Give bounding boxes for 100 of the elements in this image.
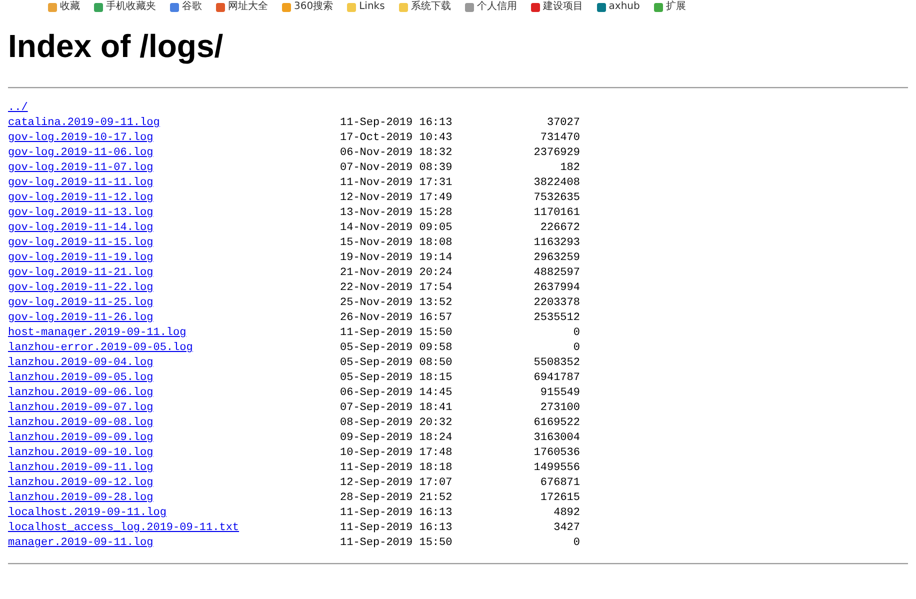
- file-link[interactable]: gov-log.2019-11-21.log: [8, 266, 154, 281]
- bookmark-link[interactable]: 个人信用: [464, 1, 517, 13]
- file-link[interactable]: lanzhou-error.2019-09-05.log: [8, 341, 193, 356]
- file-size: 1499556: [534, 461, 580, 476]
- modified-date: 26-Nov-2019 16:57: [340, 311, 452, 326]
- file-size: 0: [573, 536, 580, 551]
- file-size: 1163293: [534, 236, 580, 251]
- bookmark-link[interactable]: 网址大全: [216, 1, 268, 13]
- file-size: 3427: [554, 521, 580, 536]
- modified-date: 05-Sep-2019 18:15: [340, 371, 452, 386]
- file-link[interactable]: gov-log.2019-11-19.log: [8, 251, 154, 266]
- file-link[interactable]: localhost.2019-09-11.log: [8, 506, 166, 521]
- bookmark-link[interactable]: 谷歌: [170, 1, 202, 13]
- file-size: 4882597: [534, 266, 580, 281]
- modified-date: 06-Sep-2019 14:45: [340, 386, 452, 401]
- file-size: 3822408: [534, 176, 580, 191]
- modified-date: 12-Nov-2019 17:49: [340, 191, 452, 206]
- file-link[interactable]: catalina.2019-09-11.log: [8, 116, 160, 131]
- file-size: 2203378: [534, 296, 580, 311]
- bookmark-link[interactable]: 系统下载: [398, 1, 451, 13]
- modified-date: 25-Nov-2019 13:52: [340, 296, 452, 311]
- bookmark-link[interactable]: 收藏: [48, 1, 80, 13]
- bookmark-link[interactable]: Links: [347, 1, 385, 13]
- file-link[interactable]: lanzhou.2019-09-07.log: [8, 401, 154, 416]
- modified-date: 14-Nov-2019 09:05: [340, 221, 452, 236]
- file-link[interactable]: lanzhou.2019-09-28.log: [8, 491, 154, 506]
- modified-date: 06-Nov-2019 18:32: [340, 146, 452, 161]
- modified-date: 11-Sep-2019 16:13: [340, 506, 452, 521]
- file-link[interactable]: gov-log.2019-11-15.log: [8, 236, 154, 251]
- modified-date: 05-Sep-2019 08:50: [340, 356, 452, 371]
- file-size: 226672: [540, 221, 580, 236]
- file-size: 2637994: [534, 281, 580, 296]
- file-link[interactable]: localhost_access_log.2019-09-11.txt: [8, 521, 240, 536]
- file-link[interactable]: gov-log.2019-11-26.log: [8, 311, 154, 326]
- file-size: 3163004: [534, 431, 580, 446]
- file-link[interactable]: lanzhou.2019-09-10.log: [8, 446, 154, 461]
- file-link[interactable]: lanzhou.2019-09-05.log: [8, 371, 154, 386]
- bookmark-link[interactable]: 扩展: [654, 1, 686, 13]
- file-link[interactable]: gov-log.2019-11-07.log: [8, 161, 154, 176]
- file-link[interactable]: gov-log.2019-11-12.log: [8, 191, 154, 206]
- modified-date: 07-Nov-2019 08:39: [340, 161, 452, 176]
- modified-date: 11-Sep-2019 15:50: [340, 326, 452, 341]
- file-link[interactable]: gov-log.2019-11-06.log: [8, 146, 154, 161]
- modified-date: 05-Sep-2019 09:58: [340, 341, 452, 356]
- modified-date: 07-Sep-2019 18:41: [340, 401, 452, 416]
- modified-date: 11-Sep-2019 15:50: [340, 536, 452, 551]
- modified-date: 21-Nov-2019 20:24: [340, 266, 452, 281]
- modified-date: 10-Sep-2019 17:48: [340, 446, 452, 461]
- file-link[interactable]: manager.2019-09-11.log: [8, 536, 154, 551]
- modified-date: 13-Nov-2019 15:28: [340, 206, 452, 221]
- file-link[interactable]: lanzhou.2019-09-11.log: [8, 461, 154, 476]
- file-link[interactable]: gov-log.2019-11-25.log: [8, 296, 154, 311]
- file-link[interactable]: gov-log.2019-10-17.log: [8, 131, 154, 146]
- file-size: 731470: [540, 131, 580, 146]
- file-size: 4892: [554, 506, 580, 521]
- modified-date: 08-Sep-2019 20:32: [340, 416, 452, 431]
- bookmark-link[interactable]: 建设项目: [530, 1, 583, 13]
- modified-date: 17-Oct-2019 10:43: [340, 131, 452, 146]
- file-size: 1170161: [534, 206, 580, 221]
- file-size: 915549: [540, 386, 580, 401]
- file-size: 1760536: [534, 446, 580, 461]
- modified-date: 09-Sep-2019 18:24: [340, 431, 452, 446]
- modified-date: 12-Sep-2019 17:07: [340, 476, 452, 491]
- file-size: 6169522: [534, 416, 580, 431]
- bookmark-link[interactable]: 手机收藏夹: [94, 1, 156, 13]
- file-size: 0: [573, 341, 580, 356]
- modified-date: 22-Nov-2019 17:54: [340, 281, 452, 296]
- bookmark-link[interactable]: axhub: [596, 1, 640, 13]
- file-size: 37027: [546, 116, 580, 131]
- modified-date: 11-Sep-2019 16:13: [340, 116, 452, 131]
- file-link[interactable]: lanzhou.2019-09-08.log: [8, 416, 154, 431]
- file-size: 2963259: [534, 251, 580, 266]
- file-link[interactable]: lanzhou.2019-09-09.log: [8, 431, 154, 446]
- modified-date: 28-Sep-2019 21:52: [340, 491, 452, 506]
- parent-directory-link[interactable]: ../: [8, 101, 28, 116]
- file-size: 182: [560, 161, 580, 176]
- modified-date: 15-Nov-2019 18:08: [340, 236, 452, 251]
- file-size: 273100: [540, 401, 580, 416]
- file-size: 172615: [540, 491, 580, 506]
- file-link[interactable]: host-manager.2019-09-11.log: [8, 326, 186, 341]
- modified-date: 11-Nov-2019 17:31: [340, 176, 452, 191]
- file-link[interactable]: lanzhou.2019-09-12.log: [8, 476, 154, 491]
- file-link[interactable]: gov-log.2019-11-22.log: [8, 281, 154, 296]
- modified-date: 11-Sep-2019 18:18: [340, 461, 452, 476]
- modified-date: 11-Sep-2019 16:13: [340, 521, 452, 536]
- file-size: 676871: [540, 476, 580, 491]
- bookmark-link[interactable]: 360搜索: [282, 1, 334, 13]
- file-link[interactable]: gov-log.2019-11-11.log: [8, 176, 154, 191]
- file-link[interactable]: lanzhou.2019-09-06.log: [8, 386, 154, 401]
- modified-date: 19-Nov-2019 19:14: [340, 251, 452, 266]
- file-size: 0: [573, 326, 580, 341]
- page-title: Index of /logs/: [8, 27, 224, 66]
- file-link[interactable]: lanzhou.2019-09-04.log: [8, 356, 154, 371]
- file-link[interactable]: gov-log.2019-11-13.log: [8, 206, 154, 221]
- file-size: 7532635: [534, 191, 580, 206]
- file-size: 2376929: [534, 146, 580, 161]
- file-size: 5508352: [534, 356, 580, 371]
- file-size: 2535512: [534, 311, 580, 326]
- file-link[interactable]: gov-log.2019-11-14.log: [8, 221, 154, 236]
- file-size: 6941787: [534, 371, 580, 386]
